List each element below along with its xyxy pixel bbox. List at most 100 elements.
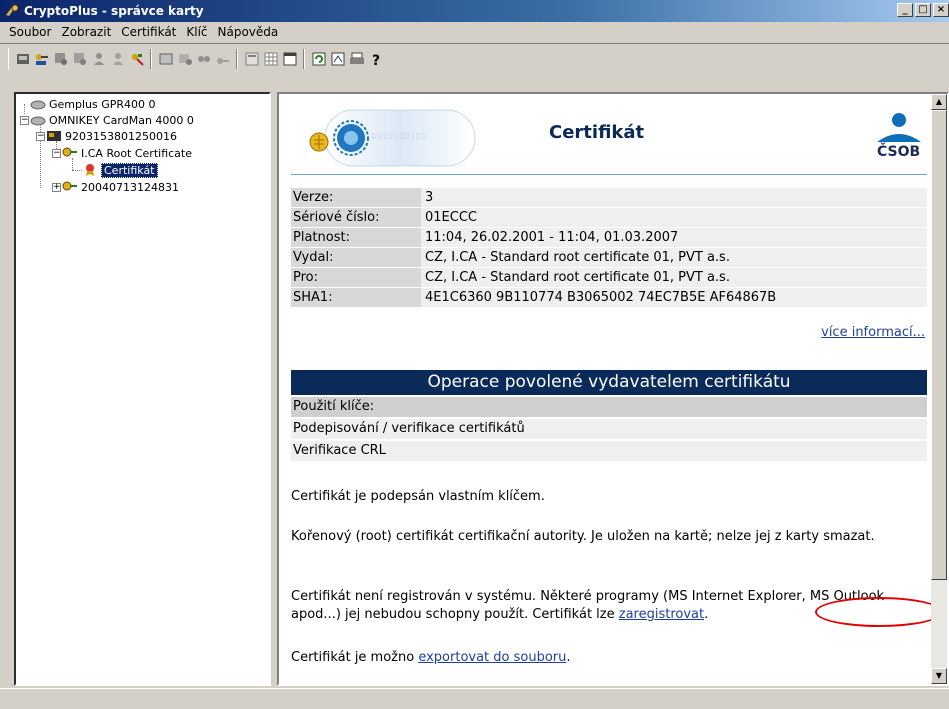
certificate-key-icon xyxy=(62,180,78,194)
register-link[interactable]: zaregistrovat xyxy=(619,607,704,622)
table-row: Verze: 3 xyxy=(291,188,927,208)
info-key: Vydal: xyxy=(291,248,421,267)
info-value: CZ, I.CA - Standard root certificate 01,… xyxy=(421,248,927,267)
banner-binary-text: 0010100101 xyxy=(371,132,427,141)
operations-title: Operace povolené vydavatelem certifikátu xyxy=(291,370,927,395)
print-icon[interactable] xyxy=(347,49,366,69)
app-icon xyxy=(4,3,20,19)
toolbar-separator xyxy=(150,49,152,69)
menu-klic[interactable]: Klíč xyxy=(181,25,212,39)
tree-label: OMNIKEY CardMan 4000 0 xyxy=(49,113,194,127)
close-button[interactable]: × xyxy=(933,3,949,17)
tree-expander[interactable]: + xyxy=(52,183,61,192)
table-row: SHA1: 4E1C6360 9B110774 B3065002 74EC7B5… xyxy=(291,288,927,308)
certificate-header: 0010100101 Certifikát ČSOB xyxy=(291,102,927,176)
table-row: Platnost: 11:04, 26.02.2001 - 11:04, 01.… xyxy=(291,228,927,248)
device-tree: Gemplus GPR400 0 − OMNIKEY CardMan 4000 … xyxy=(14,92,271,686)
info-value: 3 xyxy=(421,188,927,207)
menu-napoveda[interactable]: Nápověda xyxy=(213,25,284,39)
more-info-link[interactable]: více informací... xyxy=(821,325,925,340)
tree-connector xyxy=(40,140,41,188)
tree-item-gemplus[interactable]: Gemplus GPR400 0 xyxy=(30,96,156,112)
minimize-button[interactable]: _ xyxy=(897,3,913,17)
refresh-icon[interactable] xyxy=(309,49,328,69)
tree-connector xyxy=(24,104,25,114)
bank-logo-text: ČSOB xyxy=(877,144,921,160)
svg-text:?: ? xyxy=(372,53,380,67)
maximize-button[interactable]: □ xyxy=(915,3,931,17)
root-cert-text: Kořenový (root) certifikát certifikační … xyxy=(291,529,875,544)
tree-label: I.CA Root Certificate xyxy=(81,146,192,160)
scroll-up-button[interactable]: ▲ xyxy=(931,94,947,110)
tree-connector xyxy=(72,170,82,171)
menu-bar: Soubor Zobrazit Certifikát Klíč Nápověda xyxy=(0,22,949,42)
user-icon[interactable] xyxy=(89,49,108,69)
smart-card-icon xyxy=(46,129,62,143)
window-title: CryptoPlus - správce karty xyxy=(24,4,204,18)
card-reader-icon[interactable] xyxy=(13,49,32,69)
tree-expander[interactable]: − xyxy=(52,149,61,158)
info-value: 11:04, 26.02.2001 - 11:04, 01.03.2007 xyxy=(421,228,927,247)
window-icon[interactable] xyxy=(280,49,299,69)
info-key: Platnost: xyxy=(291,228,421,247)
tree-item-card[interactable]: 9203153801250016 xyxy=(46,128,177,144)
info-key: Pro: xyxy=(291,268,421,287)
toolbar: ? xyxy=(0,43,949,91)
scroll-thumb[interactable] xyxy=(931,110,947,580)
csob-logo: ČSOB xyxy=(871,108,927,162)
tree-label: Gemplus GPR400 0 xyxy=(49,97,156,111)
title-bar: CryptoPlus - správce karty _ □ × xyxy=(0,0,949,22)
keys-icon[interactable] xyxy=(32,49,51,69)
tree-item-selected-cert[interactable]: Certifikát xyxy=(82,162,158,178)
certificate-ribbon-icon xyxy=(82,163,98,177)
grid-icon[interactable] xyxy=(261,49,280,69)
key-color-icon[interactable] xyxy=(127,49,146,69)
certificate-info-table: Verze: 3 Sériové číslo: 01ECCC Platnost:… xyxy=(291,188,927,308)
table-row: Pro: CZ, I.CA - Standard root certificat… xyxy=(291,268,927,288)
export-link[interactable]: exportovat do souboru xyxy=(418,650,566,665)
tree-item-root-cert[interactable]: I.CA Root Certificate xyxy=(62,145,192,161)
page-title: Certifikát xyxy=(549,122,645,143)
info-value: 4E1C6360 9B110774 B3065002 74EC7B5E AF64… xyxy=(421,288,927,307)
info-key: Verze: xyxy=(291,188,421,207)
tree-expander[interactable]: − xyxy=(20,116,29,125)
vertical-scrollbar[interactable]: ▲ ▼ xyxy=(931,94,947,684)
cert-key-gray-icon[interactable] xyxy=(70,49,89,69)
tree-connector xyxy=(72,158,73,170)
certificate-key-icon[interactable] xyxy=(175,49,194,69)
properties-icon[interactable] xyxy=(328,49,347,69)
self-signed-text: Certifikát je podepsán vlastním klíčem. xyxy=(291,489,545,504)
highlight-ellipse xyxy=(815,597,943,627)
export-text-suffix: . xyxy=(566,650,571,665)
cert-key-icon[interactable] xyxy=(51,49,70,69)
import-icon[interactable] xyxy=(242,49,261,69)
key-link-icon[interactable] xyxy=(213,49,232,69)
help-icon[interactable]: ? xyxy=(366,49,385,69)
user-gray-icon[interactable] xyxy=(108,49,127,69)
toolbar-separator xyxy=(303,49,305,69)
info-key: Sériové číslo: xyxy=(291,208,421,227)
card-reader-icon xyxy=(30,97,46,111)
menu-zobrazit[interactable]: Zobrazit xyxy=(56,25,116,39)
operation-item: Verifikace CRL xyxy=(291,441,927,461)
header-divider xyxy=(291,174,927,175)
register-text-suffix: . xyxy=(704,607,709,622)
menu-soubor[interactable]: Soubor xyxy=(4,25,56,39)
scroll-down-button[interactable]: ▼ xyxy=(931,668,947,684)
export-text-prefix: Certifikát je možno xyxy=(291,650,419,665)
operation-item: Podepisování / verifikace certifikátů xyxy=(291,419,927,439)
key-pair-icon[interactable] xyxy=(194,49,213,69)
tree-item-other-cert[interactable]: 20040713124831 xyxy=(62,179,179,195)
info-value: CZ, I.CA - Standard root certificate 01,… xyxy=(421,268,927,287)
tree-label: 9203153801250016 xyxy=(65,129,177,143)
status-bar xyxy=(0,688,949,709)
tree-item-omnikey[interactable]: OMNIKEY CardMan 4000 0 xyxy=(30,112,194,128)
certificate-icon[interactable] xyxy=(156,49,175,69)
tree-label: 20040713124831 xyxy=(81,180,179,194)
export-text: Certifikát je možno exportovat do soubor… xyxy=(291,649,927,667)
menu-certifikat[interactable]: Certifikát xyxy=(116,25,181,39)
certificate-key-icon xyxy=(62,146,78,160)
tree-label-selected: Certifikát xyxy=(101,162,158,178)
card-reader-icon xyxy=(30,113,46,127)
certificate-detail-panel: 0010100101 Certifikát ČSOB Verze: 3 Séri… xyxy=(277,92,949,686)
